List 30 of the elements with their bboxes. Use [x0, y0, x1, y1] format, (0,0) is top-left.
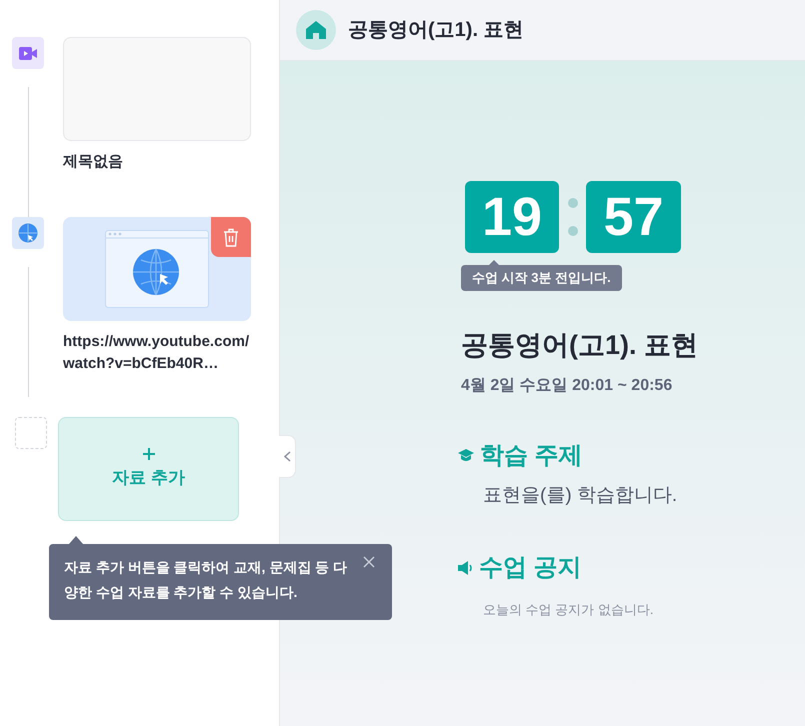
chevron-left-icon — [284, 451, 290, 462]
home-icon — [306, 21, 326, 39]
section-text: 표현을(를) 학습합니다. — [483, 484, 678, 508]
minutes-tile: 57 — [586, 181, 681, 253]
section-text: 오늘의 수업 공지가 없습니다. — [483, 601, 654, 619]
material-title: https://www.youtube.com/watch?v=bCfEb40R… — [63, 332, 250, 374]
add-material-button[interactable]: 자료 추가 — [58, 417, 239, 521]
section-heading: 수업 공지 — [479, 553, 582, 583]
badge-pointer — [489, 260, 499, 265]
delete-button[interactable] — [211, 217, 251, 257]
collapse-tab[interactable] — [279, 435, 296, 478]
graduation-cap-icon — [458, 449, 474, 462]
speaker-icon — [458, 561, 473, 575]
video-thumbnail[interactable] — [63, 37, 251, 141]
placeholder-slot — [15, 417, 47, 449]
hours-tile: 19 — [465, 181, 559, 253]
link-thumbnail[interactable] — [63, 217, 251, 321]
countdown-badge: 수업 시작 3분 전입니다. — [461, 265, 622, 291]
trash-icon — [223, 228, 239, 246]
home-button[interactable] — [296, 10, 336, 50]
video-type-icon — [12, 37, 44, 69]
globe-type-icon — [12, 217, 44, 249]
lesson-title: 공통영어(고1). 표현 — [461, 329, 700, 362]
page-title: 공통영어(고1). 표현 — [348, 18, 524, 43]
material-title: 제목없음 — [63, 152, 124, 172]
plus-icon — [142, 447, 156, 462]
hint-text: 자료 추가 버튼을 클릭하여 교재, 문제집 등 다양한 수업 자료를 추가할 수 있습니다. — [64, 558, 348, 602]
section-heading: 학습 주제 — [480, 440, 583, 470]
close-icon[interactable] — [363, 556, 375, 568]
lesson-schedule: 4월 2일 수요일 20:01 ~ 20:56 — [461, 376, 674, 396]
